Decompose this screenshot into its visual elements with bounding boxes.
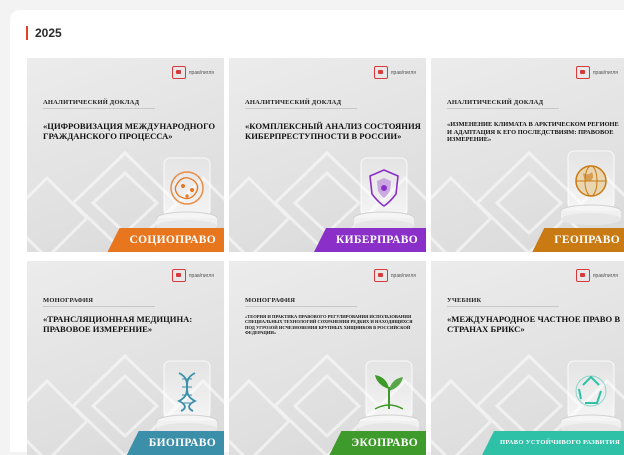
logo-mark-icon bbox=[171, 66, 186, 79]
year-label: 2025 bbox=[35, 26, 62, 40]
publication-type: МОНОГРАФИЯ bbox=[43, 297, 94, 304]
brain-circuit-pedestal bbox=[156, 157, 218, 232]
year-heading: 2025 bbox=[26, 26, 62, 40]
publisher-logo: прав/пигля bbox=[575, 66, 618, 79]
publication-type: АНАЛИТИЧЕСКИЙ ДОКЛАД bbox=[447, 99, 544, 106]
recycle-pedestal bbox=[560, 360, 622, 435]
sprout-pedestal bbox=[358, 360, 420, 435]
publication-type: УЧЕБНИК bbox=[447, 297, 482, 304]
publication-title: «ТЕОРИЯ И ПРАКТИКА ПРАВОВОГО РЕГУЛИРОВАН… bbox=[245, 314, 413, 336]
logo-text: прав/пигля bbox=[390, 69, 416, 76]
logo-mark-icon bbox=[373, 66, 388, 79]
publication-card[interactable]: прав/пигля МОНОГРАФИЯ «ТРАНСЛЯЦИОННАЯ МЕ… bbox=[27, 261, 224, 455]
year-accent-bar bbox=[26, 26, 28, 40]
category-badge: БИОПРАВО bbox=[126, 431, 224, 455]
publication-card[interactable]: прав/пигля АНАЛИТИЧЕСКИЙ ДОКЛАД «ЦИФРОВИ… bbox=[27, 58, 224, 252]
publication-card[interactable]: прав/пигля УЧЕБНИК «МЕЖДУНАРОДНОЕ ЧАСТНО… bbox=[431, 261, 624, 455]
divider bbox=[43, 108, 155, 109]
logo-text: прав/пигля bbox=[390, 272, 416, 279]
divider bbox=[447, 306, 559, 307]
publication-title: «ЦИФРОВИЗАЦИЯ МЕЖДУНАРОДНОГО ГРАЖДАНСКОГ… bbox=[43, 121, 216, 142]
publisher-logo: прав/пигля bbox=[171, 269, 214, 282]
publication-type: АНАЛИТИЧЕСКИЙ ДОКЛАД bbox=[245, 99, 342, 106]
logo-mark-icon bbox=[575, 269, 590, 282]
logo-mark-icon bbox=[171, 269, 186, 282]
logo-text: прав/пигля bbox=[592, 69, 618, 76]
publication-title: «ИЗМЕНЕНИЕ КЛИМАТА В АРКТИЧЕСКОМ РЕГИОНЕ… bbox=[447, 121, 619, 144]
divider bbox=[447, 108, 559, 109]
category-badge: ПРАВО УСТОЙЧИВОГО РАЗВИТИЯ bbox=[482, 431, 624, 455]
publisher-logo: прав/пигля bbox=[373, 269, 416, 282]
cyber-shield-pedestal bbox=[353, 157, 415, 232]
divider bbox=[245, 306, 357, 307]
category-badge: КИБЕРПРАВО bbox=[313, 228, 426, 252]
category-badge: ЭКОПРАВО bbox=[329, 431, 426, 455]
publisher-logo: прав/пигля bbox=[373, 66, 416, 79]
publisher-logo: прав/пигля bbox=[575, 269, 618, 282]
logo-text: прав/пигля bbox=[188, 272, 214, 279]
logo-mark-icon bbox=[373, 269, 388, 282]
publication-card[interactable]: прав/пигля АНАЛИТИЧЕСКИЙ ДОКЛАД «ИЗМЕНЕН… bbox=[431, 58, 624, 252]
category-badge: СОЦИОПРАВО bbox=[107, 228, 224, 252]
globe-icon bbox=[575, 165, 607, 197]
publisher-logo: прав/пигля bbox=[171, 66, 214, 79]
logo-text: прав/пигля bbox=[592, 272, 618, 279]
publication-title: «КОМПЛЕКСНЫЙ АНАЛИЗ СОСТОЯНИЯ КИБЕРПРЕСТ… bbox=[245, 121, 421, 142]
dna-pedestal bbox=[156, 360, 218, 435]
category-badge: ГЕОПРАВО bbox=[532, 228, 624, 252]
globe-pedestal bbox=[560, 150, 622, 225]
logo-text: прав/пигля bbox=[188, 69, 214, 76]
publication-title: «МЕЖДУНАРОДНОЕ ЧАСТНОЕ ПРАВО В СТРАНАХ Б… bbox=[447, 314, 621, 335]
divider bbox=[43, 306, 155, 307]
publication-card[interactable]: прав/пигля МОНОГРАФИЯ «ТЕОРИЯ И ПРАКТИКА… bbox=[229, 261, 426, 455]
divider bbox=[245, 108, 357, 109]
publication-type: МОНОГРАФИЯ bbox=[245, 297, 296, 304]
publication-title: «ТРАНСЛЯЦИОННАЯ МЕДИЦИНА: ПРАВОВОЕ ИЗМЕР… bbox=[43, 314, 193, 335]
publication-card[interactable]: прав/пигля АНАЛИТИЧЕСКИЙ ДОКЛАД «КОМПЛЕК… bbox=[229, 58, 426, 252]
logo-mark-icon bbox=[575, 66, 590, 79]
publication-type: АНАЛИТИЧЕСКИЙ ДОКЛАД bbox=[43, 99, 140, 106]
